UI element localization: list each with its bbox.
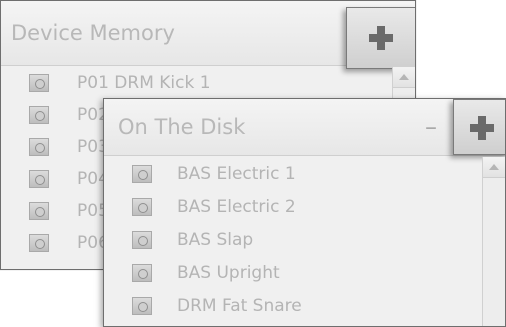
sound-file-icon	[29, 138, 49, 156]
device-memory-header: Device Memory	[1, 1, 415, 69]
on-the-disk-header: On The Disk –	[104, 99, 505, 156]
chevron-up-icon[interactable]	[393, 67, 415, 88]
sound-file-icon	[132, 231, 152, 249]
sound-file-icon	[29, 170, 49, 188]
sound-file-icon	[132, 198, 152, 216]
on-the-disk-add-button[interactable]	[453, 99, 505, 155]
list-item[interactable]: BAS Electric 1	[104, 157, 483, 190]
list-item[interactable]: P01 DRM Kick 1	[1, 67, 393, 99]
list-item[interactable]: BAS Slap	[104, 223, 483, 256]
list-item[interactable]: BAS Upright	[104, 256, 483, 289]
list-item[interactable]: BAS Electric 2	[104, 190, 483, 223]
on-the-disk-scrollbar[interactable]	[482, 157, 505, 326]
sound-file-icon	[29, 74, 49, 92]
list-item-label: BAS Slap	[177, 230, 254, 250]
plus-icon	[369, 26, 393, 50]
list-item[interactable]: DRM Fat Snare	[104, 289, 483, 322]
list-item-label: BAS Upright	[177, 263, 280, 283]
chevron-up-icon[interactable]	[483, 157, 505, 178]
sound-file-icon	[29, 202, 49, 220]
list-item-label: DRM Fat Snare	[177, 296, 302, 316]
on-the-disk-title: On The Disk	[118, 115, 246, 139]
on-the-disk-panel: On The Disk – BAS Electric 1 BAS Electri…	[103, 98, 506, 327]
sound-file-icon	[132, 165, 152, 183]
device-memory-title: Device Memory	[11, 21, 175, 45]
device-memory-add-button[interactable]	[346, 7, 415, 69]
list-item-label: BAS Electric 2	[177, 197, 296, 217]
sound-file-icon	[29, 234, 49, 252]
on-the-disk-list: BAS Electric 1 BAS Electric 2 BAS Slap B…	[104, 157, 483, 326]
list-item-label: P01 DRM Kick 1	[77, 73, 211, 93]
plus-icon	[470, 116, 494, 140]
sound-file-icon	[132, 297, 152, 315]
minus-icon[interactable]: –	[422, 115, 440, 139]
sound-file-icon	[29, 106, 49, 124]
sound-file-icon	[132, 264, 152, 282]
list-item-label: BAS Electric 1	[177, 164, 296, 184]
